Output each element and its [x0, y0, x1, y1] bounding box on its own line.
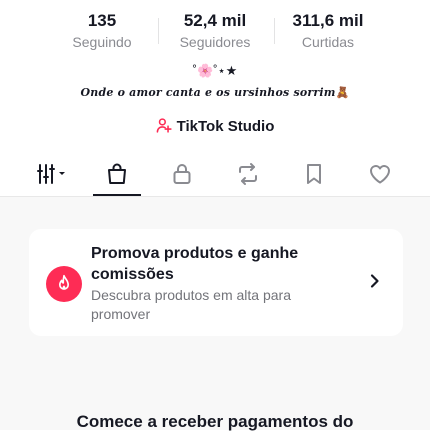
- tab-favorites[interactable]: [286, 152, 342, 196]
- profile-stats: 135 Seguindo 52,4 mil Seguidores 311,6 m…: [0, 0, 430, 60]
- teddy-bear-emoji: 🧸: [335, 86, 350, 99]
- likes-label: Curtidas: [301, 34, 355, 50]
- tab-shop[interactable]: [89, 152, 145, 196]
- lock-icon: [173, 164, 191, 184]
- followers-label: Seguidores: [179, 34, 251, 50]
- flame-icon: [59, 274, 69, 290]
- shopping-bag-icon: [108, 163, 126, 184]
- bookmark-icon: [307, 164, 321, 184]
- tiktok-studio-link[interactable]: TikTok Studio: [0, 116, 430, 138]
- heart-icon: [370, 165, 390, 184]
- tab-reposts[interactable]: [220, 152, 276, 196]
- tab-grid-filter[interactable]: [26, 152, 82, 196]
- following-count: 135: [87, 11, 117, 30]
- payments-heading: Comece a receber pagamentos do: [76, 412, 354, 431]
- followers-stat[interactable]: 52,4 mil Seguidores: [155, 10, 275, 51]
- flame-badge: [46, 266, 82, 302]
- chevron-right-icon: [370, 274, 379, 288]
- followers-count: 52,4 mil: [183, 11, 247, 30]
- grid-filter-icon: [37, 164, 65, 184]
- repost-icon: [239, 163, 257, 185]
- following-stat[interactable]: 135 Seguindo: [42, 10, 162, 51]
- profile-tabs: [0, 152, 430, 196]
- studio-person-icon: [156, 118, 172, 133]
- likes-count: 311,6 mil: [292, 11, 364, 30]
- bio-decoration: ˚🌸˚⋆★: [192, 63, 238, 78]
- profile-bio: Onde o amor canta e os ursinhos sorrim🧸: [0, 84, 430, 102]
- promo-subtitle: Descubra produtos em alta para promover: [91, 287, 291, 322]
- likes-stat[interactable]: 311,6 mil Curtidas: [268, 10, 388, 51]
- studio-label: TikTok Studio: [176, 118, 275, 135]
- following-label: Seguindo: [72, 34, 132, 50]
- tab-private[interactable]: [154, 152, 210, 196]
- tab-liked[interactable]: [352, 152, 408, 196]
- promote-products-card[interactable]: Promova produtos e ganhe comissões Descu…: [29, 229, 403, 336]
- bio-text: Onde o amor canta e os ursinhos sorrim: [80, 86, 336, 99]
- promo-title: Promova produtos e ganhe comissões: [91, 245, 299, 283]
